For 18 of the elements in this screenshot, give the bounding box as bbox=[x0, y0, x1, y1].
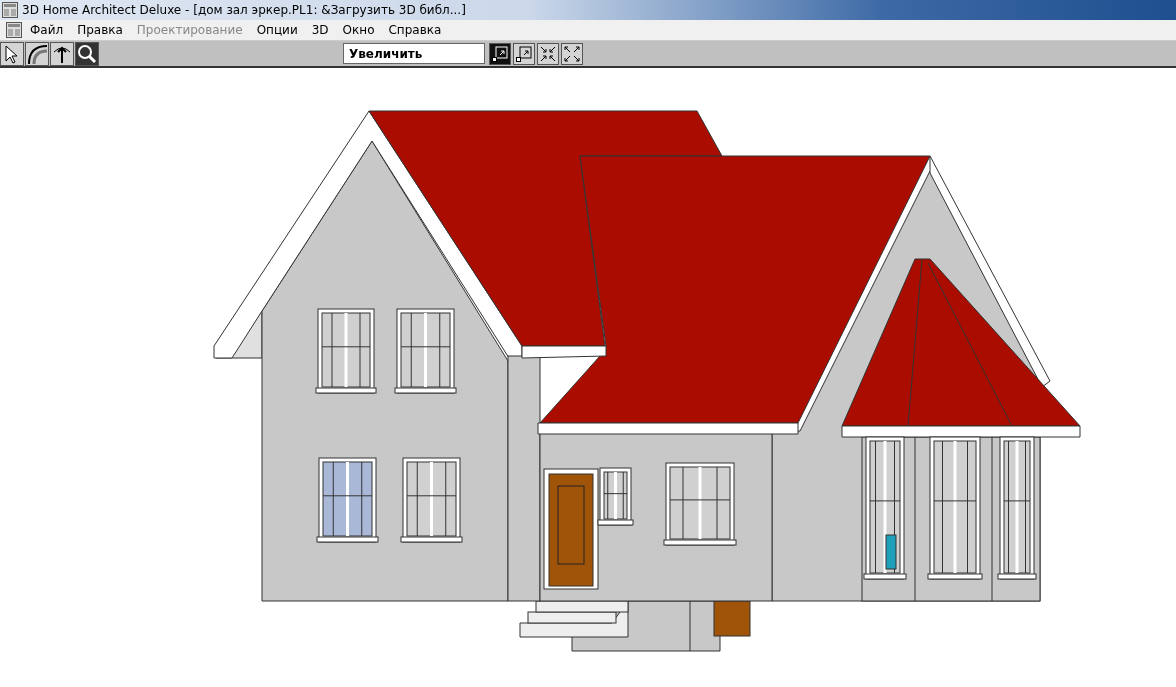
menu-item[interactable]: Справка bbox=[382, 23, 448, 37]
zoom-tool-button[interactable] bbox=[75, 41, 99, 66]
app-icon bbox=[2, 2, 18, 18]
menu-item[interactable]: 3D bbox=[305, 23, 335, 37]
zoom-out-button[interactable] bbox=[513, 42, 535, 65]
arc-tool-button[interactable] bbox=[25, 41, 49, 66]
expand-button[interactable] bbox=[561, 42, 583, 65]
arrow-tool-button[interactable] bbox=[50, 41, 74, 66]
mode-field[interactable]: Увеличить bbox=[343, 43, 485, 64]
zoom-in-button[interactable] bbox=[489, 42, 511, 65]
menu-item[interactable]: Правка bbox=[71, 23, 129, 37]
window-title: 3D Home Architect Deluxe - [дом зал эркер.PL1: &Загрузить 3D библ...] bbox=[22, 3, 466, 17]
menu-item[interactable]: Опции bbox=[250, 23, 304, 37]
pointer-tool-button[interactable] bbox=[0, 41, 24, 66]
menu-item[interactable]: Файл bbox=[24, 23, 70, 37]
document-icon[interactable] bbox=[6, 22, 22, 38]
shrink-button[interactable] bbox=[537, 42, 559, 65]
menu-item[interactable]: Окно bbox=[336, 23, 381, 37]
